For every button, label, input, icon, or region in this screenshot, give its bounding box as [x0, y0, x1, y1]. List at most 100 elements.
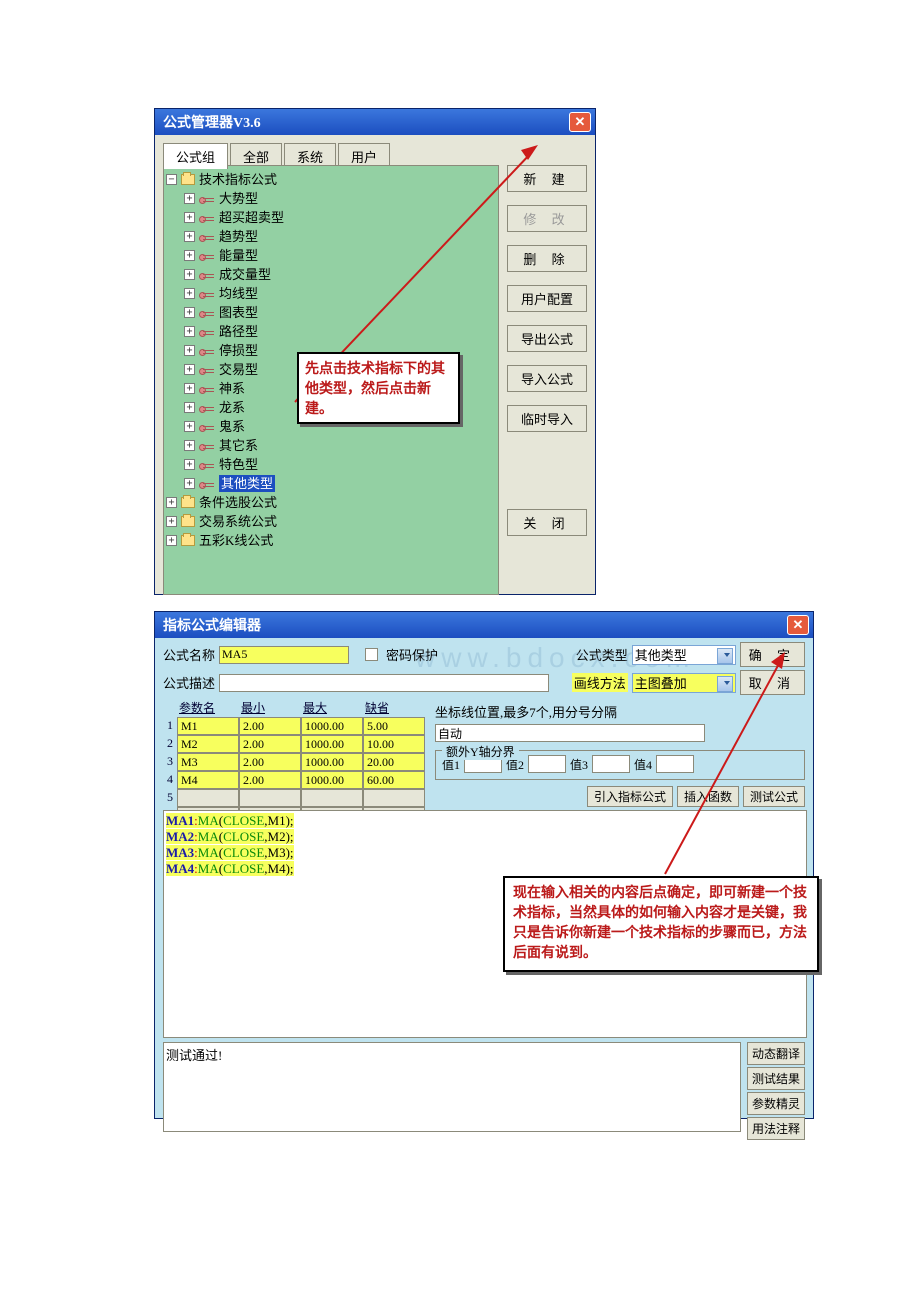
- tree-sibling[interactable]: +条件选股公式: [166, 493, 496, 512]
- collapse-icon[interactable]: −: [166, 174, 177, 185]
- tree-item[interactable]: +其它系: [166, 436, 496, 455]
- coord-input[interactable]: 自动: [435, 724, 705, 742]
- hdr-default: 缺省: [363, 698, 425, 717]
- close-button[interactable]: 关 闭: [507, 509, 587, 536]
- label-pwd: 密码保护: [386, 645, 438, 664]
- label-extray: 额外Y轴分界: [442, 743, 519, 760]
- category-icon: [199, 309, 215, 317]
- category-icon: [199, 366, 215, 374]
- tree-sibling[interactable]: +五彩K线公式: [166, 531, 496, 550]
- win2-titlebar: 指标公式编辑器 ✕: [155, 612, 813, 638]
- param-cell[interactable]: M1: [177, 717, 239, 735]
- hdr-min: 最小: [239, 698, 301, 717]
- expand-icon[interactable]: +: [184, 402, 195, 413]
- close-icon[interactable]: ✕: [787, 615, 809, 635]
- win1-title: 公式管理器V3.6: [159, 112, 569, 132]
- category-icon: [199, 461, 215, 469]
- expand-icon[interactable]: +: [166, 516, 177, 527]
- draw-select[interactable]: 主图叠加: [632, 673, 736, 693]
- new-button[interactable]: 新 建: [507, 165, 587, 192]
- paramwiz-button[interactable]: 参数精灵: [747, 1092, 805, 1115]
- expand-icon[interactable]: +: [184, 269, 195, 280]
- category-icon: [199, 214, 215, 222]
- tree-item-selected[interactable]: +其他类型: [166, 474, 496, 493]
- extra-y-fieldset: 额外Y轴分界 值1 值2 值3 值4: [435, 750, 805, 780]
- category-icon: [199, 347, 215, 355]
- test-result-area: 测试通过!: [163, 1042, 741, 1132]
- tree-item[interactable]: +特色型: [166, 455, 496, 474]
- folder-icon: [181, 174, 195, 185]
- dyntrans-button[interactable]: 动态翻译: [747, 1042, 805, 1065]
- import-button[interactable]: 导入公式: [507, 365, 587, 392]
- tree-root[interactable]: − 技术指标公式: [166, 170, 496, 189]
- side-buttons: 新 建 修 改 删 除 用户配置 导出公式 导入公式 临时导入 关 闭: [507, 165, 587, 536]
- tree-item[interactable]: +能量型: [166, 246, 496, 265]
- val2-input[interactable]: [528, 755, 566, 773]
- win1-titlebar: 公式管理器V3.6 ✕: [155, 109, 595, 135]
- category-icon: [199, 404, 215, 412]
- expand-icon[interactable]: +: [184, 288, 195, 299]
- expand-icon[interactable]: +: [184, 212, 195, 223]
- tree-root-label: 技术指标公式: [199, 171, 277, 188]
- folder-icon: [181, 535, 195, 546]
- ok-button[interactable]: 确 定: [740, 642, 805, 667]
- expand-icon[interactable]: +: [184, 193, 195, 204]
- category-icon: [199, 290, 215, 298]
- tree-sibling[interactable]: +交易系统公式: [166, 512, 496, 531]
- pwd-checkbox[interactable]: [365, 648, 378, 661]
- desc-input[interactable]: [219, 674, 549, 692]
- right-buttons: 动态翻译 测试结果 参数精灵 用法注释: [747, 1042, 805, 1140]
- userconfig-button[interactable]: 用户配置: [507, 285, 587, 312]
- val4-input[interactable]: [656, 755, 694, 773]
- expand-icon[interactable]: +: [184, 364, 195, 375]
- delete-button[interactable]: 删 除: [507, 245, 587, 272]
- expand-icon[interactable]: +: [184, 250, 195, 261]
- usage-button[interactable]: 用法注释: [747, 1117, 805, 1140]
- annotation-2: 现在输入相关的内容后点确定，即可新建一个技术指标，当然具体的如何输入内容才是关键…: [503, 876, 819, 972]
- tree-item[interactable]: +路径型: [166, 322, 496, 341]
- val3-input[interactable]: [592, 755, 630, 773]
- expand-icon[interactable]: +: [184, 421, 195, 432]
- category-icon: [199, 423, 215, 431]
- testres-button[interactable]: 测试结果: [747, 1067, 805, 1090]
- category-icon: [199, 480, 215, 488]
- expand-icon[interactable]: +: [184, 345, 195, 356]
- expand-icon[interactable]: +: [184, 307, 195, 318]
- tree-item[interactable]: +图表型: [166, 303, 496, 322]
- expand-icon[interactable]: +: [184, 459, 195, 470]
- folder-icon: [181, 516, 195, 527]
- expand-icon[interactable]: +: [184, 440, 195, 451]
- category-icon: [199, 252, 215, 260]
- tree-item[interactable]: +超买超卖型: [166, 208, 496, 227]
- folder-icon: [181, 497, 195, 508]
- tempimport-button[interactable]: 临时导入: [507, 405, 587, 432]
- expand-icon[interactable]: +: [184, 478, 195, 489]
- expand-icon[interactable]: +: [166, 497, 177, 508]
- label-type: 公式类型: [576, 645, 628, 664]
- test-result-text: 测试通过!: [166, 1048, 222, 1063]
- expand-icon[interactable]: +: [184, 326, 195, 337]
- type-select[interactable]: 其他类型: [632, 645, 736, 665]
- testformula-button[interactable]: 测试公式: [743, 786, 805, 807]
- expand-icon[interactable]: +: [184, 383, 195, 394]
- expand-icon[interactable]: +: [184, 231, 195, 242]
- insertfunc-button[interactable]: 插入函数: [677, 786, 739, 807]
- cancel-button[interactable]: 取 消: [740, 670, 805, 695]
- export-button[interactable]: 导出公式: [507, 325, 587, 352]
- tab-group[interactable]: 公式组: [163, 143, 228, 169]
- close-icon[interactable]: ✕: [569, 112, 591, 132]
- modify-button[interactable]: 修 改: [507, 205, 587, 232]
- tree-item[interactable]: +均线型: [166, 284, 496, 303]
- name-input[interactable]: MA5: [219, 646, 349, 664]
- hdr-max: 最大: [301, 698, 363, 717]
- tree-item[interactable]: +趋势型: [166, 227, 496, 246]
- tree-item[interactable]: +成交量型: [166, 265, 496, 284]
- param-table: 参数名 最小 最大 缺省 1M12.001000.005.00 2M22.001…: [163, 698, 425, 825]
- expand-icon[interactable]: +: [166, 535, 177, 546]
- label-coord: 坐标线位置,最多7个,用分号分隔: [435, 702, 805, 721]
- category-icon: [199, 271, 215, 279]
- tree-item[interactable]: +大势型: [166, 189, 496, 208]
- refformula-button[interactable]: 引入指标公式: [587, 786, 673, 807]
- label-desc: 公式描述: [163, 673, 215, 692]
- win2-title: 指标公式编辑器: [159, 615, 787, 635]
